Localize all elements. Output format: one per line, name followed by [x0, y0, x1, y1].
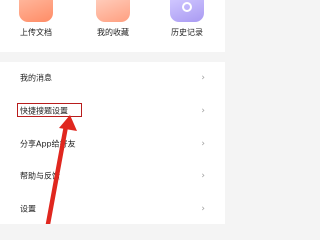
arrow-shaft — [45, 123, 69, 224]
pointer-arrow-icon — [45, 115, 77, 224]
profile-page: 上传文档 我的收藏 历史记录 我的消息 › 快捷搜题设置 › 分享App给好友 … — [0, 0, 225, 224]
arrow-head — [59, 115, 77, 131]
